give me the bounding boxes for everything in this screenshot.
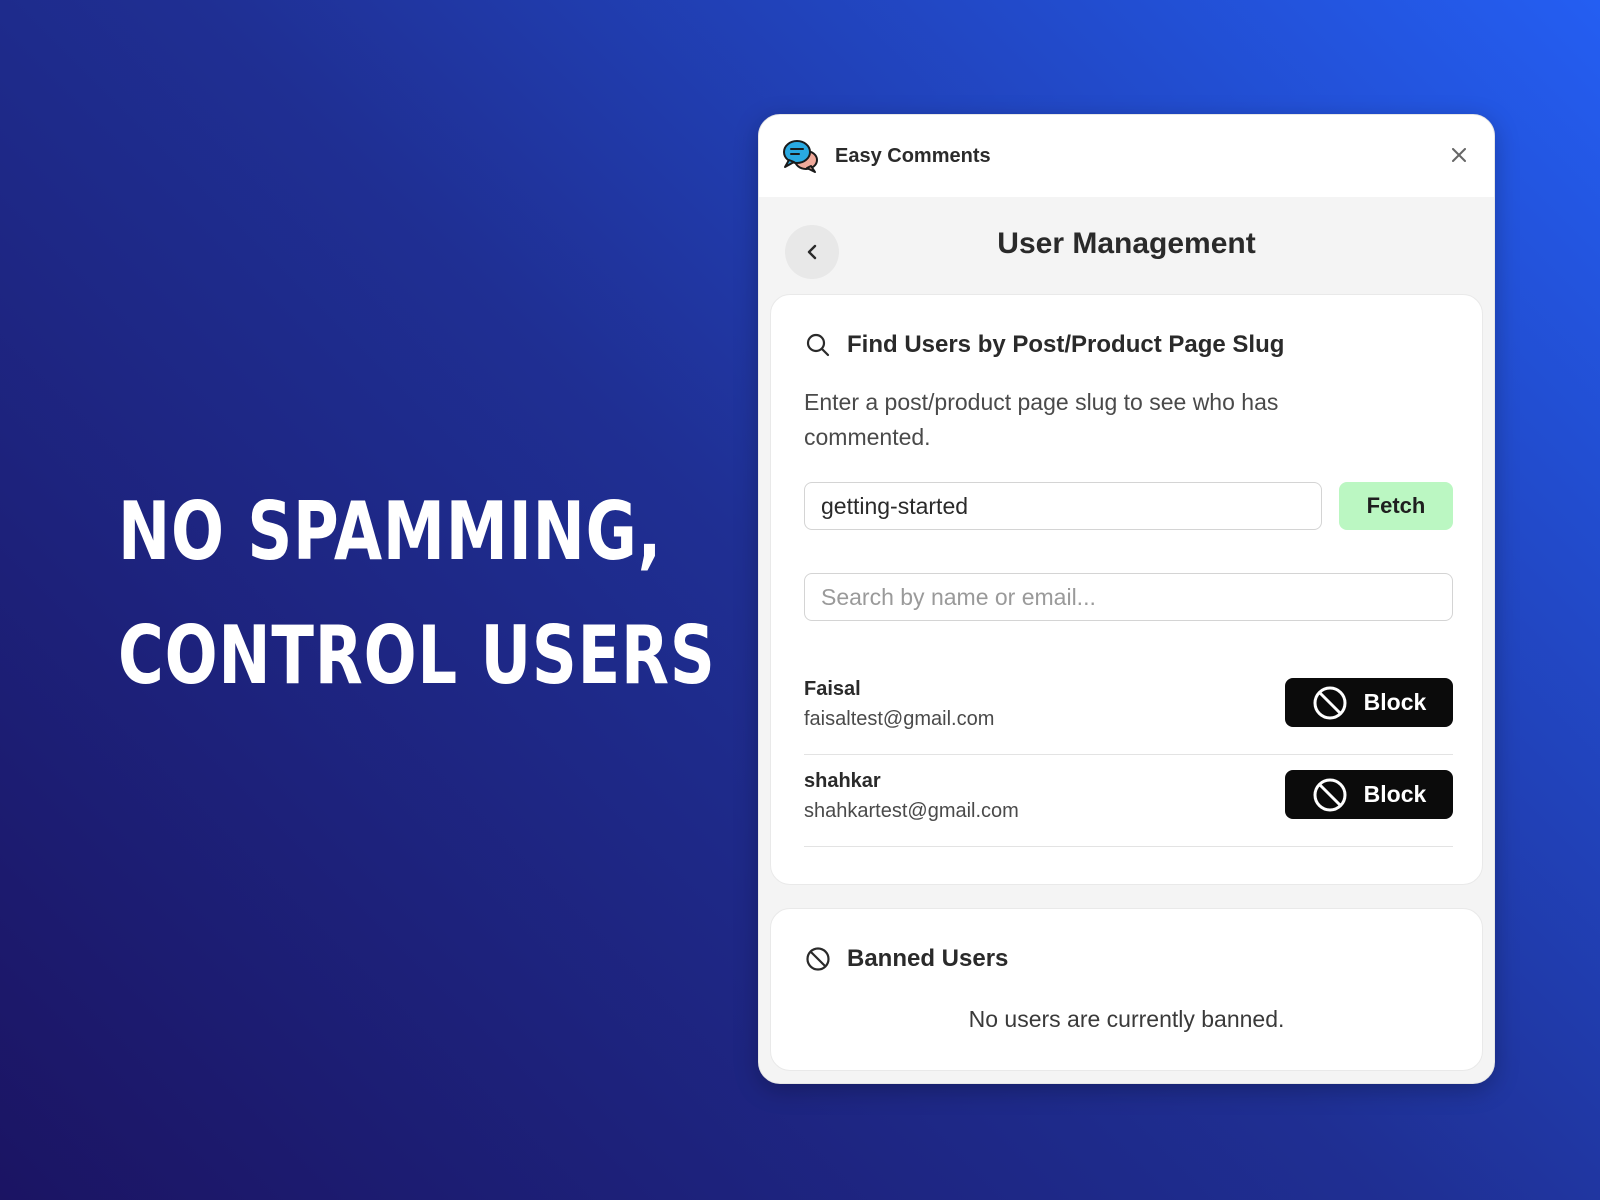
block-label: Block xyxy=(1363,781,1427,807)
page-title: User Management xyxy=(997,227,1256,260)
banned-users-empty-message: No users are currently banned. xyxy=(968,1006,1285,1032)
headline-line-1: NO SPAMMING, xyxy=(118,485,663,578)
user-row: Faisal faisaltest@gmail.com Block xyxy=(804,663,1453,755)
banned-users-header: Banned Users xyxy=(805,945,1008,973)
ban-icon xyxy=(806,947,830,971)
extension-panel: Easy Comments User Management Find Users… xyxy=(758,114,1495,1084)
banned-users-title: Banned Users xyxy=(847,945,1009,972)
title-bar: Easy Comments xyxy=(759,115,1494,197)
block-label: Block xyxy=(1363,689,1427,715)
find-users-card: Find Users by Post/Product Page Slug Ent… xyxy=(770,294,1483,885)
user-name: Faisal xyxy=(804,678,861,700)
user-email: faisaltest@gmail.com xyxy=(804,708,995,730)
user-name: shahkar xyxy=(804,770,881,792)
headline: NO SPAMMING, CONTROL USERS xyxy=(118,470,716,718)
app-title: Easy Comments xyxy=(835,144,991,167)
user-row: shahkar shahkartest@gmail.com Block xyxy=(804,755,1453,847)
chat-bubbles-icon xyxy=(781,136,821,176)
close-icon xyxy=(1452,148,1466,162)
user-email: shahkartest@gmail.com xyxy=(804,800,1019,822)
ban-icon xyxy=(1313,686,1347,719)
page-header: User Management xyxy=(759,197,1494,295)
find-users-description: Enter a post/product page slug to see wh… xyxy=(804,389,1279,450)
banned-users-card: Banned Users No users are currently bann… xyxy=(770,908,1483,1071)
find-users-title: Find Users by Post/Product Page Slug xyxy=(847,331,1285,358)
user-list: Faisal faisaltest@gmail.com Block shahka… xyxy=(804,663,1453,847)
search-input[interactable] xyxy=(804,573,1453,621)
find-users-header: Find Users by Post/Product Page Slug xyxy=(805,331,1284,359)
close-button[interactable] xyxy=(1446,142,1472,168)
fetch-button[interactable]: Fetch xyxy=(1339,482,1453,530)
slug-input[interactable] xyxy=(804,482,1322,530)
ban-icon xyxy=(1313,778,1347,811)
block-button[interactable]: Block xyxy=(1285,678,1453,727)
search-icon xyxy=(806,333,830,357)
block-button[interactable]: Block xyxy=(1285,770,1453,819)
headline-line-2: CONTROL USERS xyxy=(118,609,716,702)
